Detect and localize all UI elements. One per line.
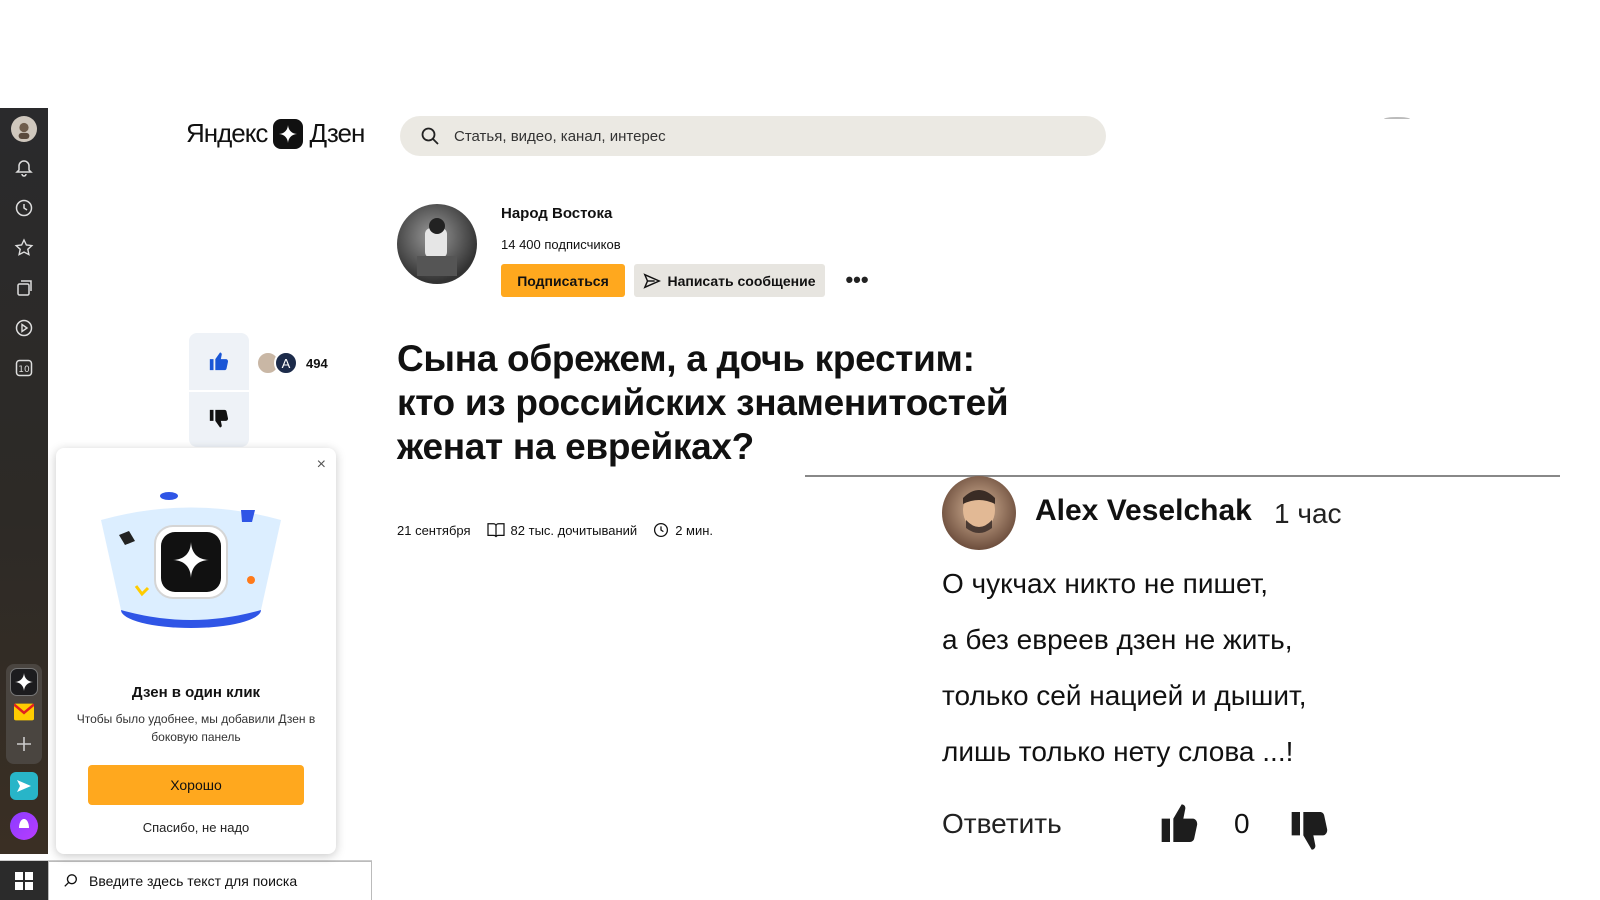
comment-author-avatar[interactable] <box>942 476 1016 550</box>
liker-avatar-initial: A <box>274 351 298 375</box>
mail-icon[interactable] <box>12 702 36 722</box>
play-icon[interactable] <box>12 316 36 340</box>
article-read-time-text: 2 мин. <box>675 522 714 538</box>
ten-icon[interactable]: 10 <box>12 356 36 380</box>
popup-decline-link[interactable]: Спасибо, не надо <box>56 820 336 835</box>
search-placeholder: Статья, видео, канал, интерес <box>454 127 666 145</box>
plus-icon[interactable] <box>12 732 36 756</box>
book-icon <box>486 523 505 538</box>
article-title: Сына обрежем, а дочь крестим: кто из рос… <box>397 338 1009 467</box>
messenger-icon[interactable] <box>10 772 38 800</box>
channel-avatar[interactable] <box>397 204 477 284</box>
windows-logo-icon <box>15 872 33 890</box>
svg-text:10: 10 <box>18 365 30 375</box>
comment-dislike-icon[interactable] <box>1290 810 1330 854</box>
comment-text: О чукчах никто не пишет, а без евреев дз… <box>942 556 1542 780</box>
popup-ok-button[interactable]: Хорошо <box>88 765 304 805</box>
comment-like-count: 0 <box>1234 808 1250 839</box>
comment-line: лишь только нету слова ...! <box>942 736 1294 767</box>
collections-icon[interactable] <box>12 276 36 300</box>
comment-line: только сей нацией и дышит, <box>942 680 1307 711</box>
clock-small-icon <box>654 522 669 538</box>
browser-sidebar: 10 <box>0 108 48 854</box>
reactions-panel <box>189 333 249 447</box>
comment-separator <box>805 475 1560 477</box>
likes-count: 494 <box>306 355 328 371</box>
comment-reply-button[interactable]: Ответить <box>942 808 1062 840</box>
zen-logo[interactable]: Яндекс Дзен <box>186 118 365 149</box>
subscribe-button[interactable]: Подписаться <box>501 264 625 297</box>
popup-text: Чтобы было удобнее, мы добавили Дзен в б… <box>76 712 316 744</box>
zen-star-icon <box>273 118 304 149</box>
more-options-button[interactable]: ••• <box>842 266 872 294</box>
thumbs-up-icon <box>209 352 229 371</box>
taskbar-search[interactable]: Введите здесь текст для поиска <box>48 861 372 900</box>
taskbar-search-placeholder: Введите здесь текст для поиска <box>89 873 298 889</box>
star-icon[interactable] <box>12 236 36 260</box>
logo-zen-text: Дзен <box>309 118 365 148</box>
popup-illustration <box>101 492 281 628</box>
taskbar-search-icon <box>64 874 77 887</box>
zen-sidebar-popup: × Дзен в один клик Чтобы было удобнее, м… <box>56 448 336 854</box>
comment-like-icon[interactable] <box>1160 800 1200 844</box>
dislike-button[interactable] <box>189 391 249 447</box>
loading-indicator <box>1384 117 1410 121</box>
search-bar[interactable]: Статья, видео, канал, интерес <box>400 116 1106 156</box>
comment-line: а без евреев дзен не жить, <box>942 624 1293 655</box>
write-message-label: Написать сообщение <box>667 272 816 289</box>
comment-line: О чукчах никто не пишет, <box>942 568 1269 599</box>
likers-summary[interactable]: A 494 <box>256 351 328 375</box>
windows-start-button[interactable] <box>0 861 48 900</box>
zen-icon[interactable] <box>10 668 38 696</box>
thumbs-down-icon <box>209 409 229 428</box>
send-icon <box>643 272 662 289</box>
logo-yandex-text: Яндекс <box>186 118 268 148</box>
popup-title: Дзен в один клик <box>131 684 261 701</box>
article-reads-text: 82 тыс. дочитываний <box>510 522 638 538</box>
like-button[interactable] <box>189 333 249 389</box>
profile-avatar[interactable] <box>11 116 37 142</box>
article-date: 21 сентября <box>397 522 471 538</box>
popup-close-button[interactable]: × <box>317 456 326 474</box>
write-message-button[interactable]: Написать сообщение <box>634 264 825 297</box>
alice-icon[interactable] <box>10 812 38 840</box>
search-icon <box>421 127 439 145</box>
comment-time: 1 час <box>1274 498 1342 529</box>
bell-icon[interactable] <box>12 156 36 180</box>
taskbar: Введите здесь текст для поиска <box>0 860 372 900</box>
article-meta: 21 сентября 82 тыс. дочитываний 2 мин. <box>397 522 713 538</box>
clock-icon[interactable] <box>12 196 36 220</box>
article-reads: 82 тыс. дочитываний <box>486 522 638 538</box>
channel-name[interactable]: Народ Востока <box>501 205 612 222</box>
channel-subscribers: 14 400 подписчиков <box>501 237 621 252</box>
comment-author[interactable]: Alex Veselchak <box>1035 494 1252 528</box>
article-read-time: 2 мин. <box>653 522 713 538</box>
